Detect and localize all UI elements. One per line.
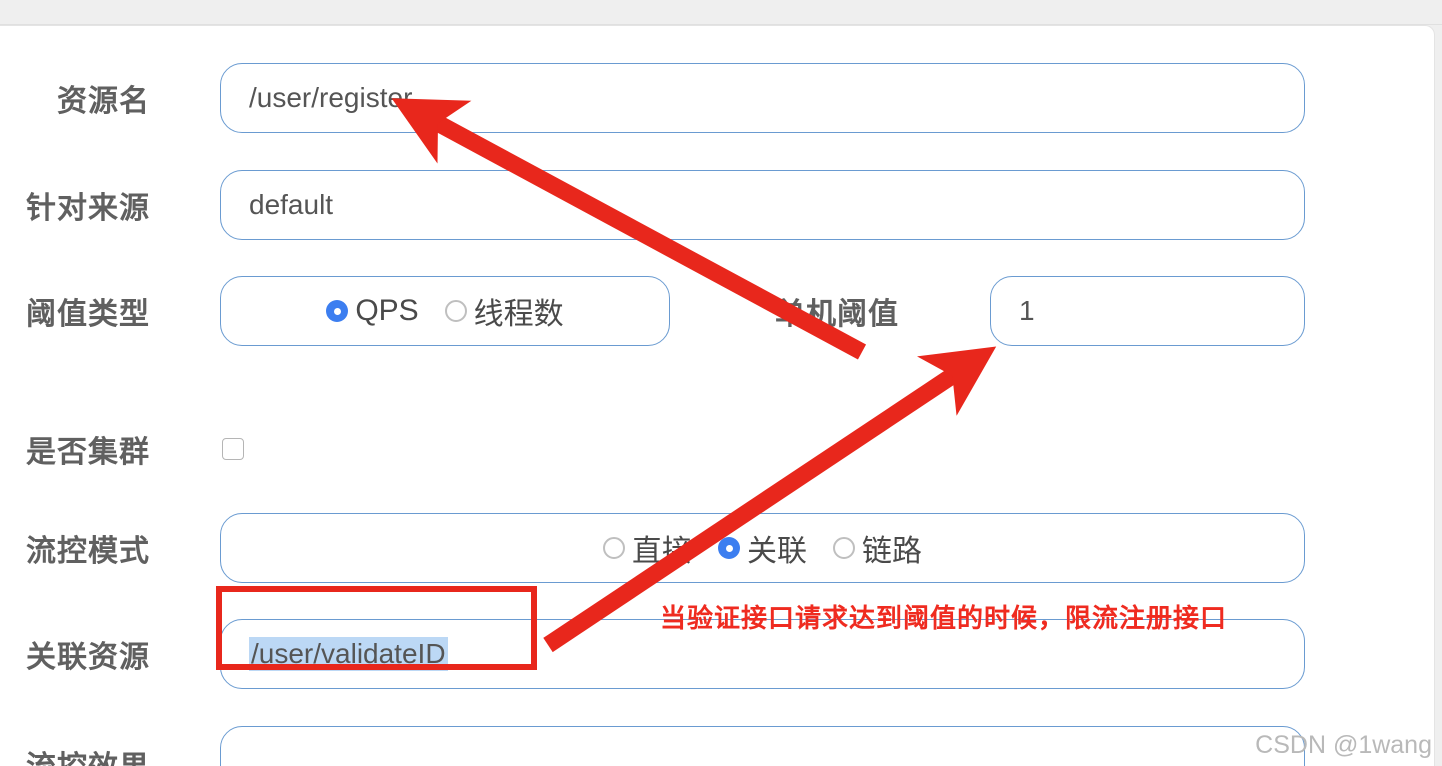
label-ref-resource: 关联资源 xyxy=(26,641,150,674)
screenshot-root: 资源名 /user/register 针对来源 default 阈值类型 QPS xyxy=(0,0,1442,766)
input-ref-resource-value: /user/validateID xyxy=(249,637,448,671)
radio-dot-icon xyxy=(326,300,349,322)
radio-group-flow-mode[interactable]: 直接 关联 链路 xyxy=(220,513,1305,583)
radio-flow-effect-fast-fail-label: 快速失败 xyxy=(539,758,659,766)
rule-form-card: 资源名 /user/register 针对来源 default 阈值类型 QPS xyxy=(0,25,1435,766)
annotation-note-text: 当验证接口请求达到阈值的时候，限流注册接口 xyxy=(660,603,1228,633)
radio-dot-icon xyxy=(718,537,740,559)
form-row-flow-effect: 流控效果 快速失败 Warm Up 排队等待 xyxy=(0,726,1435,766)
radio-dot-icon xyxy=(833,537,855,559)
label-flow-mode: 流控模式 xyxy=(26,535,150,568)
radio-flow-effect-queue[interactable]: 排队等待 xyxy=(866,758,1015,766)
input-single-threshold[interactable]: 1 xyxy=(990,276,1305,346)
form-row-flow-mode: 流控模式 直接 关联 链路 xyxy=(0,513,1435,583)
label-cluster: 是否集群 xyxy=(26,436,150,469)
radio-flow-mode-associated-label: 关联 xyxy=(747,535,807,568)
radio-group-threshold-type[interactable]: QPS 线程数 xyxy=(220,276,670,346)
radio-dot-icon xyxy=(603,537,625,559)
form-row-cluster: 是否集群 xyxy=(0,414,1435,484)
radio-flow-mode-chain-label: 链路 xyxy=(862,535,922,568)
radio-flow-effect-queue-label: 排队等待 xyxy=(895,758,1015,766)
radio-threshold-threads-label: 线程数 xyxy=(473,298,564,331)
label-flow-effect: 流控效果 xyxy=(0,742,150,766)
checkbox-cluster[interactable] xyxy=(222,438,244,460)
label-threshold-type: 阈值类型 xyxy=(26,298,150,331)
radio-threshold-threads[interactable]: 线程数 xyxy=(444,289,564,333)
watermark: CSDN @1wang xyxy=(1255,731,1432,759)
label-resource-name: 资源名 xyxy=(57,85,150,118)
radio-dot-icon xyxy=(444,300,467,322)
form-row-resource-name: 资源名 /user/register xyxy=(0,63,1435,133)
form-row-threshold-type: 阈值类型 QPS 线程数 单机阈值 1 xyxy=(0,276,1435,346)
input-resource-name[interactable]: /user/register xyxy=(220,63,1305,133)
radio-flow-mode-direct[interactable]: 直接 xyxy=(603,526,692,570)
input-single-threshold-value: 1 xyxy=(1019,295,1035,326)
form-row-limit-origin: 针对来源 default xyxy=(0,170,1435,240)
label-single-threshold: 单机阈值 xyxy=(775,298,899,331)
label-limit-origin: 针对来源 xyxy=(26,192,150,225)
radio-flow-effect-fast-fail[interactable]: 快速失败 xyxy=(510,758,659,766)
radio-group-flow-effect[interactable]: 快速失败 Warm Up 排队等待 xyxy=(220,726,1305,766)
radio-threshold-qps-label: QPS xyxy=(355,294,419,327)
input-limit-origin-value: default xyxy=(249,189,334,220)
input-limit-origin[interactable]: default xyxy=(220,170,1305,240)
radio-flow-mode-direct-label: 直接 xyxy=(632,535,692,568)
radio-flow-mode-chain[interactable]: 链路 xyxy=(833,526,922,570)
radio-flow-mode-associated[interactable]: 关联 xyxy=(718,526,807,570)
radio-threshold-qps[interactable]: QPS xyxy=(326,294,419,328)
input-resource-name-value: /user/register xyxy=(249,82,413,113)
window-top-strip xyxy=(0,0,1442,25)
